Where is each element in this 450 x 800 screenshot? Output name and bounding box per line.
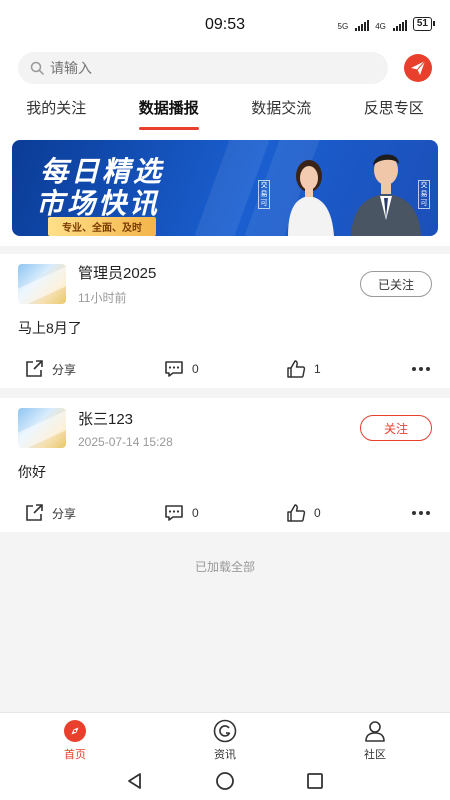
post-author: 张三123 2025-07-14 15:28 xyxy=(78,408,360,449)
banner-title-line2: 市场快讯 xyxy=(36,188,161,219)
post-header: 管理员2025 11小时前 已关注 xyxy=(18,254,432,308)
avatar[interactable] xyxy=(18,408,66,448)
nav-home-label: 首页 xyxy=(64,749,86,761)
follow-button[interactable]: 关注 xyxy=(360,415,432,441)
share-label: 分享 xyxy=(52,506,77,521)
thumbs-up-icon xyxy=(287,504,306,522)
search-row xyxy=(0,50,450,86)
following-button[interactable]: 已关注 xyxy=(360,271,432,297)
network-4g-label: 4G xyxy=(375,22,386,31)
person-icon xyxy=(365,721,385,742)
battery-icon: 51 xyxy=(412,17,436,31)
post-card: 管理员2025 11小时前 已关注 马上8月了 分享 0 1 xyxy=(0,254,450,388)
share-icon xyxy=(26,360,43,377)
like-count: 1 xyxy=(314,362,321,376)
back-icon[interactable] xyxy=(125,771,145,791)
banner-badge: 交易可 xyxy=(258,180,270,209)
post-time: 2025-07-14 15:28 xyxy=(78,434,173,449)
share-label: 分享 xyxy=(52,362,77,377)
status-bar: 09:53 5G 4G 51 xyxy=(0,0,450,50)
post-header: 张三123 2025-07-14 15:28 关注 xyxy=(18,398,432,452)
nav-news-label: 资讯 xyxy=(214,749,236,761)
all-loaded-text: 已加载全部 xyxy=(194,560,255,574)
promo-banner[interactable]: 每日精选 市场快讯 专业、全面、及时 交易可 交易可 xyxy=(12,140,438,236)
search-icon xyxy=(30,61,44,75)
man-figure-image xyxy=(351,154,421,236)
tab-reflection-zone[interactable]: 反思专区 xyxy=(364,97,424,122)
network-5g-label: 5G xyxy=(337,22,349,31)
home-circle-icon[interactable] xyxy=(215,771,235,791)
more-options-icon[interactable] xyxy=(412,367,430,371)
thumbs-up-icon xyxy=(287,360,306,378)
tab-my-follow[interactable]: 我的关注 xyxy=(26,97,86,122)
banner-badge: 交易可 xyxy=(418,180,430,209)
post-time: 11小时前 xyxy=(78,291,127,305)
comment-count: 0 xyxy=(192,506,199,520)
like-button[interactable]: 0 xyxy=(286,504,321,522)
more-options-icon[interactable] xyxy=(412,511,430,515)
nav-community[interactable]: 社区 xyxy=(330,713,420,762)
share-icon xyxy=(26,504,43,521)
recents-square-icon[interactable] xyxy=(305,771,325,791)
tab-bar: 我的关注 数据播报 数据交流 反思专区 xyxy=(0,86,450,132)
signal-icon xyxy=(392,20,407,31)
banner-section: 每日精选 市场快讯 专业、全面、及时 交易可 交易可 xyxy=(0,132,450,246)
woman-figure-image xyxy=(288,160,334,236)
news-icon xyxy=(213,719,237,743)
status-icons: 5G 4G 51 xyxy=(337,17,436,31)
nav-community-label: 社区 xyxy=(364,749,386,761)
post-actions: 分享 0 1 xyxy=(18,350,432,388)
nav-home[interactable]: 首页 xyxy=(30,713,120,762)
compass-icon xyxy=(64,720,86,742)
like-button[interactable]: 1 xyxy=(286,360,321,378)
system-nav-bar xyxy=(0,762,450,800)
like-count: 0 xyxy=(314,506,321,520)
nav-news[interactable]: 资讯 xyxy=(180,713,270,762)
author-name[interactable]: 管理员2025 xyxy=(78,262,360,283)
post-content: 马上8月了 xyxy=(18,320,82,336)
avatar[interactable] xyxy=(18,264,66,304)
send-button[interactable] xyxy=(404,54,432,82)
tab-data-exchange[interactable]: 数据交流 xyxy=(251,97,311,122)
comment-button[interactable]: 0 xyxy=(164,360,199,378)
share-button[interactable]: 分享 xyxy=(24,360,76,378)
bottom-nav: 首页 资讯 社区 xyxy=(0,712,450,762)
post-content: 你好 xyxy=(18,464,46,480)
share-button[interactable]: 分享 xyxy=(24,504,76,522)
search-box[interactable] xyxy=(18,52,388,84)
banner-tagline: 专业、全面、及时 xyxy=(48,217,156,236)
signal-icon xyxy=(355,20,370,31)
search-input[interactable] xyxy=(50,60,330,76)
tab-data-broadcast[interactable]: 数据播报 xyxy=(139,97,199,122)
comment-icon xyxy=(165,361,183,377)
comment-icon xyxy=(165,505,183,521)
post-actions: 分享 0 0 xyxy=(18,494,432,532)
paper-plane-icon xyxy=(411,60,426,75)
post-card: 张三123 2025-07-14 15:28 关注 你好 分享 0 0 xyxy=(0,398,450,532)
comment-count: 0 xyxy=(192,362,199,376)
comment-button[interactable]: 0 xyxy=(164,504,199,522)
post-author: 管理员2025 11小时前 xyxy=(78,262,360,306)
author-name[interactable]: 张三123 xyxy=(78,408,360,429)
